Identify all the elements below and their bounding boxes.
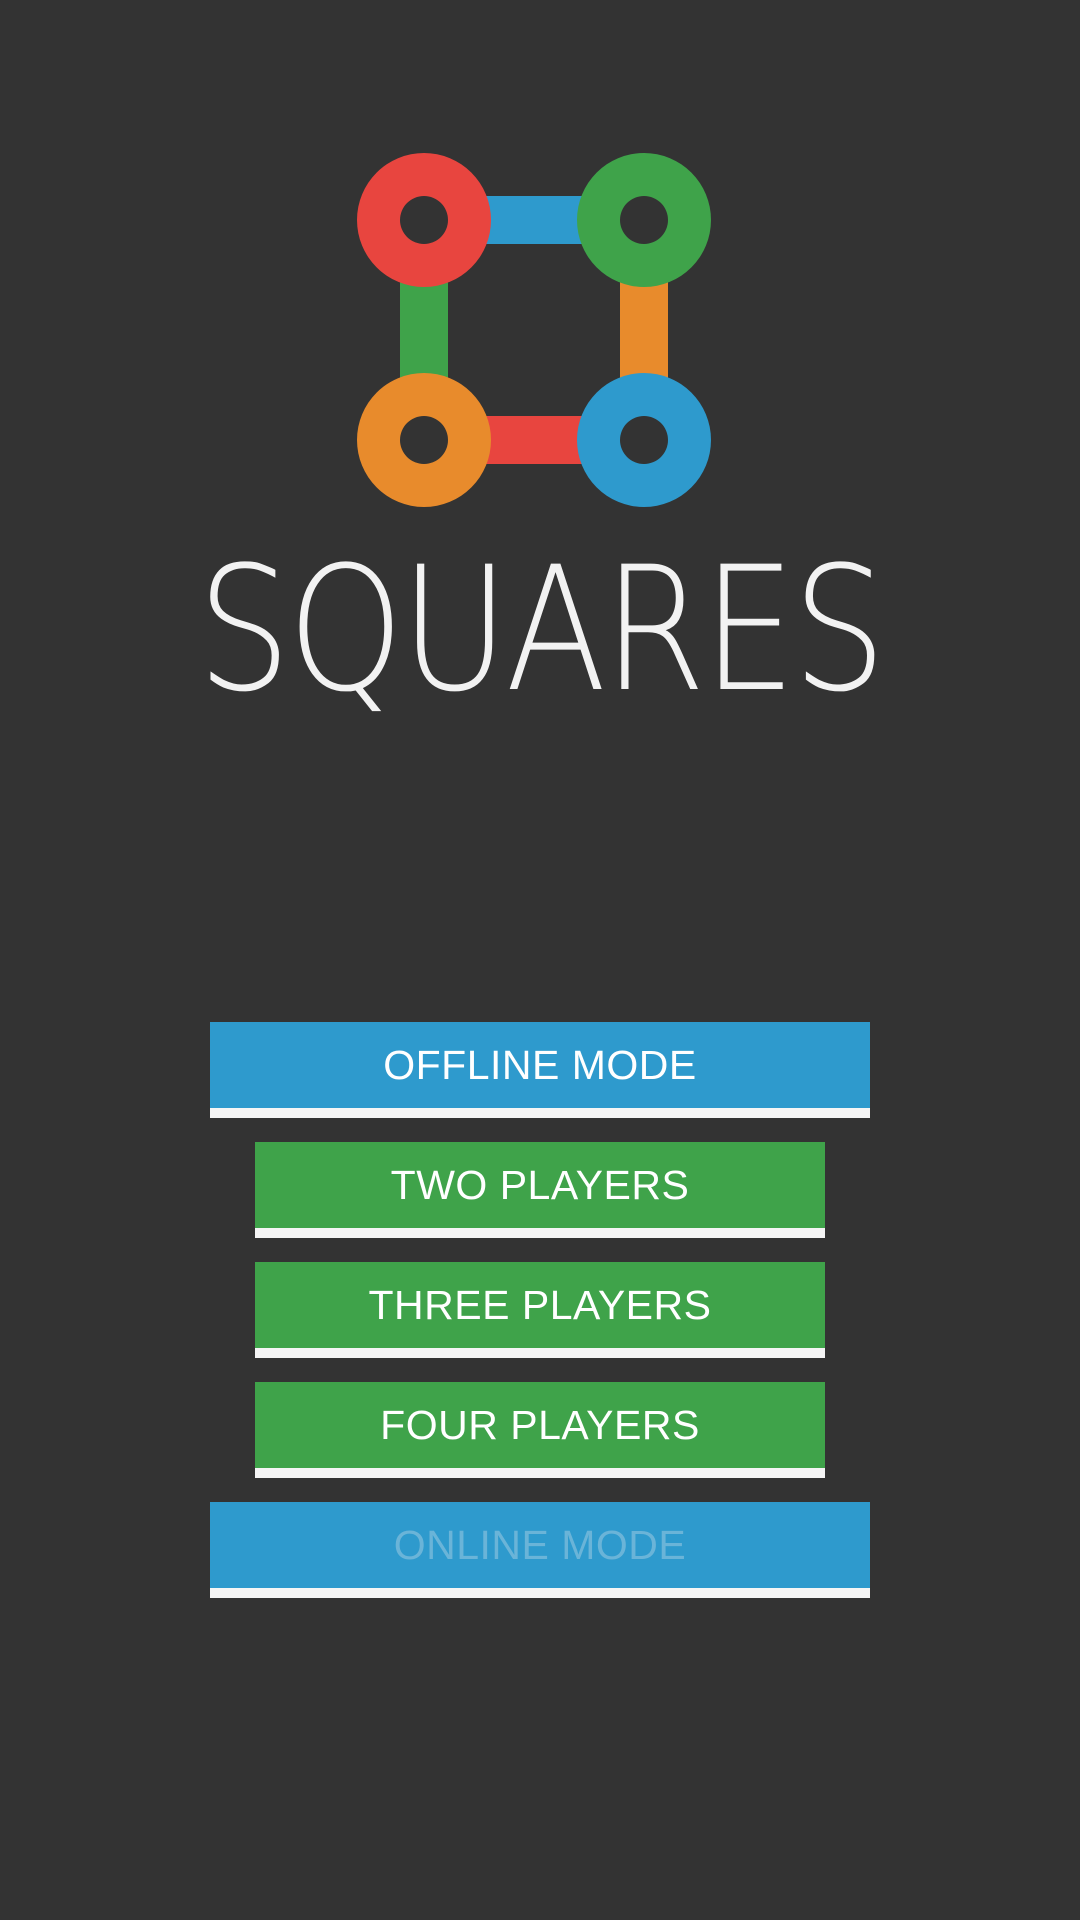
two-players-button[interactable]: TWO PLAYERS	[255, 1142, 825, 1238]
logo-node-top-left-hole	[400, 196, 448, 244]
game-title: SQUARES	[197, 529, 886, 730]
logo-node-bottom-left-hole	[400, 416, 448, 464]
four-players-button[interactable]: FOUR PLAYERS	[255, 1382, 825, 1478]
offline-mode-button[interactable]: OFFLINE MODE	[210, 1022, 870, 1118]
logo-node-bottom-right-hole	[620, 416, 668, 464]
three-players-button[interactable]: THREE PLAYERS	[255, 1262, 825, 1358]
logo-node-top-right-hole	[620, 196, 668, 244]
squares-logo	[357, 153, 711, 507]
online-mode-button[interactable]: ONLINE MODE	[210, 1502, 870, 1598]
